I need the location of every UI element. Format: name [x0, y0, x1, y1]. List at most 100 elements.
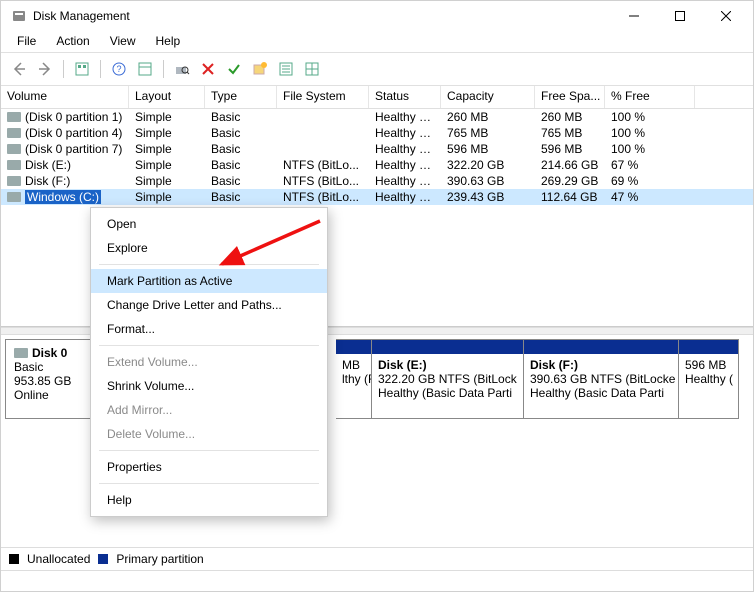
- menu-file[interactable]: File: [9, 32, 44, 50]
- disk-icon: [14, 348, 28, 358]
- cell: Healthy (B...: [369, 158, 441, 172]
- ctx-open[interactable]: Open: [91, 212, 327, 236]
- col-layout[interactable]: Layout: [129, 86, 205, 108]
- col-volume[interactable]: Volume: [1, 86, 129, 108]
- ctx-extend-volume[interactable]: Extend Volume...: [91, 350, 327, 374]
- title-bar: Disk Management: [1, 1, 753, 31]
- col-status[interactable]: Status: [369, 86, 441, 108]
- context-menu: Open Explore Mark Partition as Active Ch…: [90, 207, 328, 517]
- ctx-mark-active[interactable]: Mark Partition as Active: [91, 269, 327, 293]
- col-capacity[interactable]: Capacity: [441, 86, 535, 108]
- minimize-button[interactable]: [611, 1, 657, 31]
- ctx-add-mirror[interactable]: Add Mirror...: [91, 398, 327, 422]
- partition-status: Healthy (: [685, 372, 732, 386]
- cell: 239.43 GB: [441, 190, 535, 204]
- partition-title: Disk (E:): [378, 358, 517, 372]
- cell: 765 MB: [441, 126, 535, 140]
- menu-help[interactable]: Help: [148, 32, 189, 50]
- ctx-help[interactable]: Help: [91, 488, 327, 512]
- cell: Basic: [205, 110, 277, 124]
- disk-size: 953.85 GB: [14, 374, 96, 388]
- partition-size: 390.63 GB NTFS (BitLocke: [530, 372, 672, 386]
- disk-name: Disk 0: [32, 346, 67, 360]
- partition-status: Healthy (Basic Data Parti: [530, 386, 672, 400]
- maximize-button[interactable]: [657, 1, 703, 31]
- volume-name: (Disk 0 partition 7): [25, 142, 122, 156]
- volume-name: Disk (E:): [25, 158, 71, 172]
- forward-button[interactable]: [33, 57, 57, 81]
- ctx-format[interactable]: Format...: [91, 317, 327, 341]
- partition-title: Disk (F:): [530, 358, 672, 372]
- rescan-button[interactable]: [170, 57, 194, 81]
- cell: NTFS (BitLo...: [277, 190, 369, 204]
- col-type[interactable]: Type: [205, 86, 277, 108]
- col-spacer: [695, 86, 753, 108]
- volume-icon: [7, 144, 21, 154]
- partition[interactable]: Disk (F:)390.63 GB NTFS (BitLockeHealthy…: [524, 339, 679, 419]
- cell: NTFS (BitLo...: [277, 158, 369, 172]
- cell: 765 MB: [535, 126, 605, 140]
- partition-size: 322.20 GB NTFS (BitLock: [378, 372, 517, 386]
- cell: 596 MB: [535, 142, 605, 156]
- disk-partitions: MBlthy (ReDisk (E:)322.20 GB NTFS (BitLo…: [336, 339, 749, 419]
- ctx-change-drive-letter[interactable]: Change Drive Letter and Paths...: [91, 293, 327, 317]
- ctx-delete-volume[interactable]: Delete Volume...: [91, 422, 327, 446]
- cell: Basic: [205, 190, 277, 204]
- cell: Healthy (E...: [369, 110, 441, 124]
- volume-icon: [7, 176, 21, 186]
- check-icon[interactable]: [222, 57, 246, 81]
- cell: Healthy (R...: [369, 142, 441, 156]
- ctx-properties[interactable]: Properties: [91, 455, 327, 479]
- close-button[interactable]: [703, 1, 749, 31]
- legend: Unallocated Primary partition: [1, 547, 753, 570]
- legend-unallocated-label: Unallocated: [27, 552, 90, 566]
- cell: Basic: [205, 174, 277, 188]
- col-percent-free[interactable]: % Free: [605, 86, 695, 108]
- volume-row[interactable]: Disk (F:)SimpleBasicNTFS (BitLo...Health…: [1, 173, 753, 189]
- col-free-space[interactable]: Free Spa...: [535, 86, 605, 108]
- legend-unallocated-swatch: [9, 554, 19, 564]
- column-headers[interactable]: Volume Layout Type File System Status Ca…: [1, 86, 753, 109]
- toolbar: ?: [1, 52, 753, 86]
- new-partition-button[interactable]: [248, 57, 272, 81]
- help-button[interactable]: ?: [107, 57, 131, 81]
- volume-row[interactable]: Disk (E:)SimpleBasicNTFS (BitLo...Health…: [1, 157, 753, 173]
- ctx-shrink-volume[interactable]: Shrink Volume...: [91, 374, 327, 398]
- back-button[interactable]: [7, 57, 31, 81]
- legend-primary-label: Primary partition: [116, 552, 203, 566]
- settings-grid-button[interactable]: [300, 57, 324, 81]
- disk-state: Online: [14, 388, 96, 402]
- partition-size: 596 MB: [685, 358, 732, 372]
- app-icon: [11, 8, 27, 24]
- status-bar: [1, 570, 753, 591]
- volume-rows: (Disk 0 partition 1)SimpleBasicHealthy (…: [1, 109, 753, 205]
- partition[interactable]: Disk (E:)322.20 GB NTFS (BitLockHealthy …: [372, 339, 524, 419]
- partition-status: Healthy (Basic Data Parti: [378, 386, 517, 400]
- cell: 100 %: [605, 142, 695, 156]
- volume-name: Disk (F:): [25, 174, 70, 188]
- cell: Healthy (R...: [369, 126, 441, 140]
- partition[interactable]: MBlthy (Re: [336, 339, 372, 419]
- volume-icon: [7, 192, 21, 202]
- legend-primary-swatch: [98, 554, 108, 564]
- cell: 69 %: [605, 174, 695, 188]
- cell: Simple: [129, 158, 205, 172]
- volume-name: (Disk 0 partition 1): [25, 110, 122, 124]
- refresh-button[interactable]: [133, 57, 157, 81]
- col-file-system[interactable]: File System: [277, 86, 369, 108]
- partition[interactable]: 596 MBHealthy (: [679, 339, 739, 419]
- cell: 47 %: [605, 190, 695, 204]
- settings-list-button[interactable]: [274, 57, 298, 81]
- volume-row[interactable]: (Disk 0 partition 1)SimpleBasicHealthy (…: [1, 109, 753, 125]
- views-button[interactable]: [70, 57, 94, 81]
- window-title: Disk Management: [33, 9, 130, 23]
- delete-icon[interactable]: [196, 57, 220, 81]
- volume-row[interactable]: (Disk 0 partition 7)SimpleBasicHealthy (…: [1, 141, 753, 157]
- cell: 260 MB: [535, 110, 605, 124]
- cell: 260 MB: [441, 110, 535, 124]
- menu-view[interactable]: View: [102, 32, 144, 50]
- menu-action[interactable]: Action: [48, 32, 97, 50]
- volume-row[interactable]: (Disk 0 partition 4)SimpleBasicHealthy (…: [1, 125, 753, 141]
- ctx-explore[interactable]: Explore: [91, 236, 327, 260]
- volume-row[interactable]: Windows (C:)SimpleBasicNTFS (BitLo...Hea…: [1, 189, 753, 205]
